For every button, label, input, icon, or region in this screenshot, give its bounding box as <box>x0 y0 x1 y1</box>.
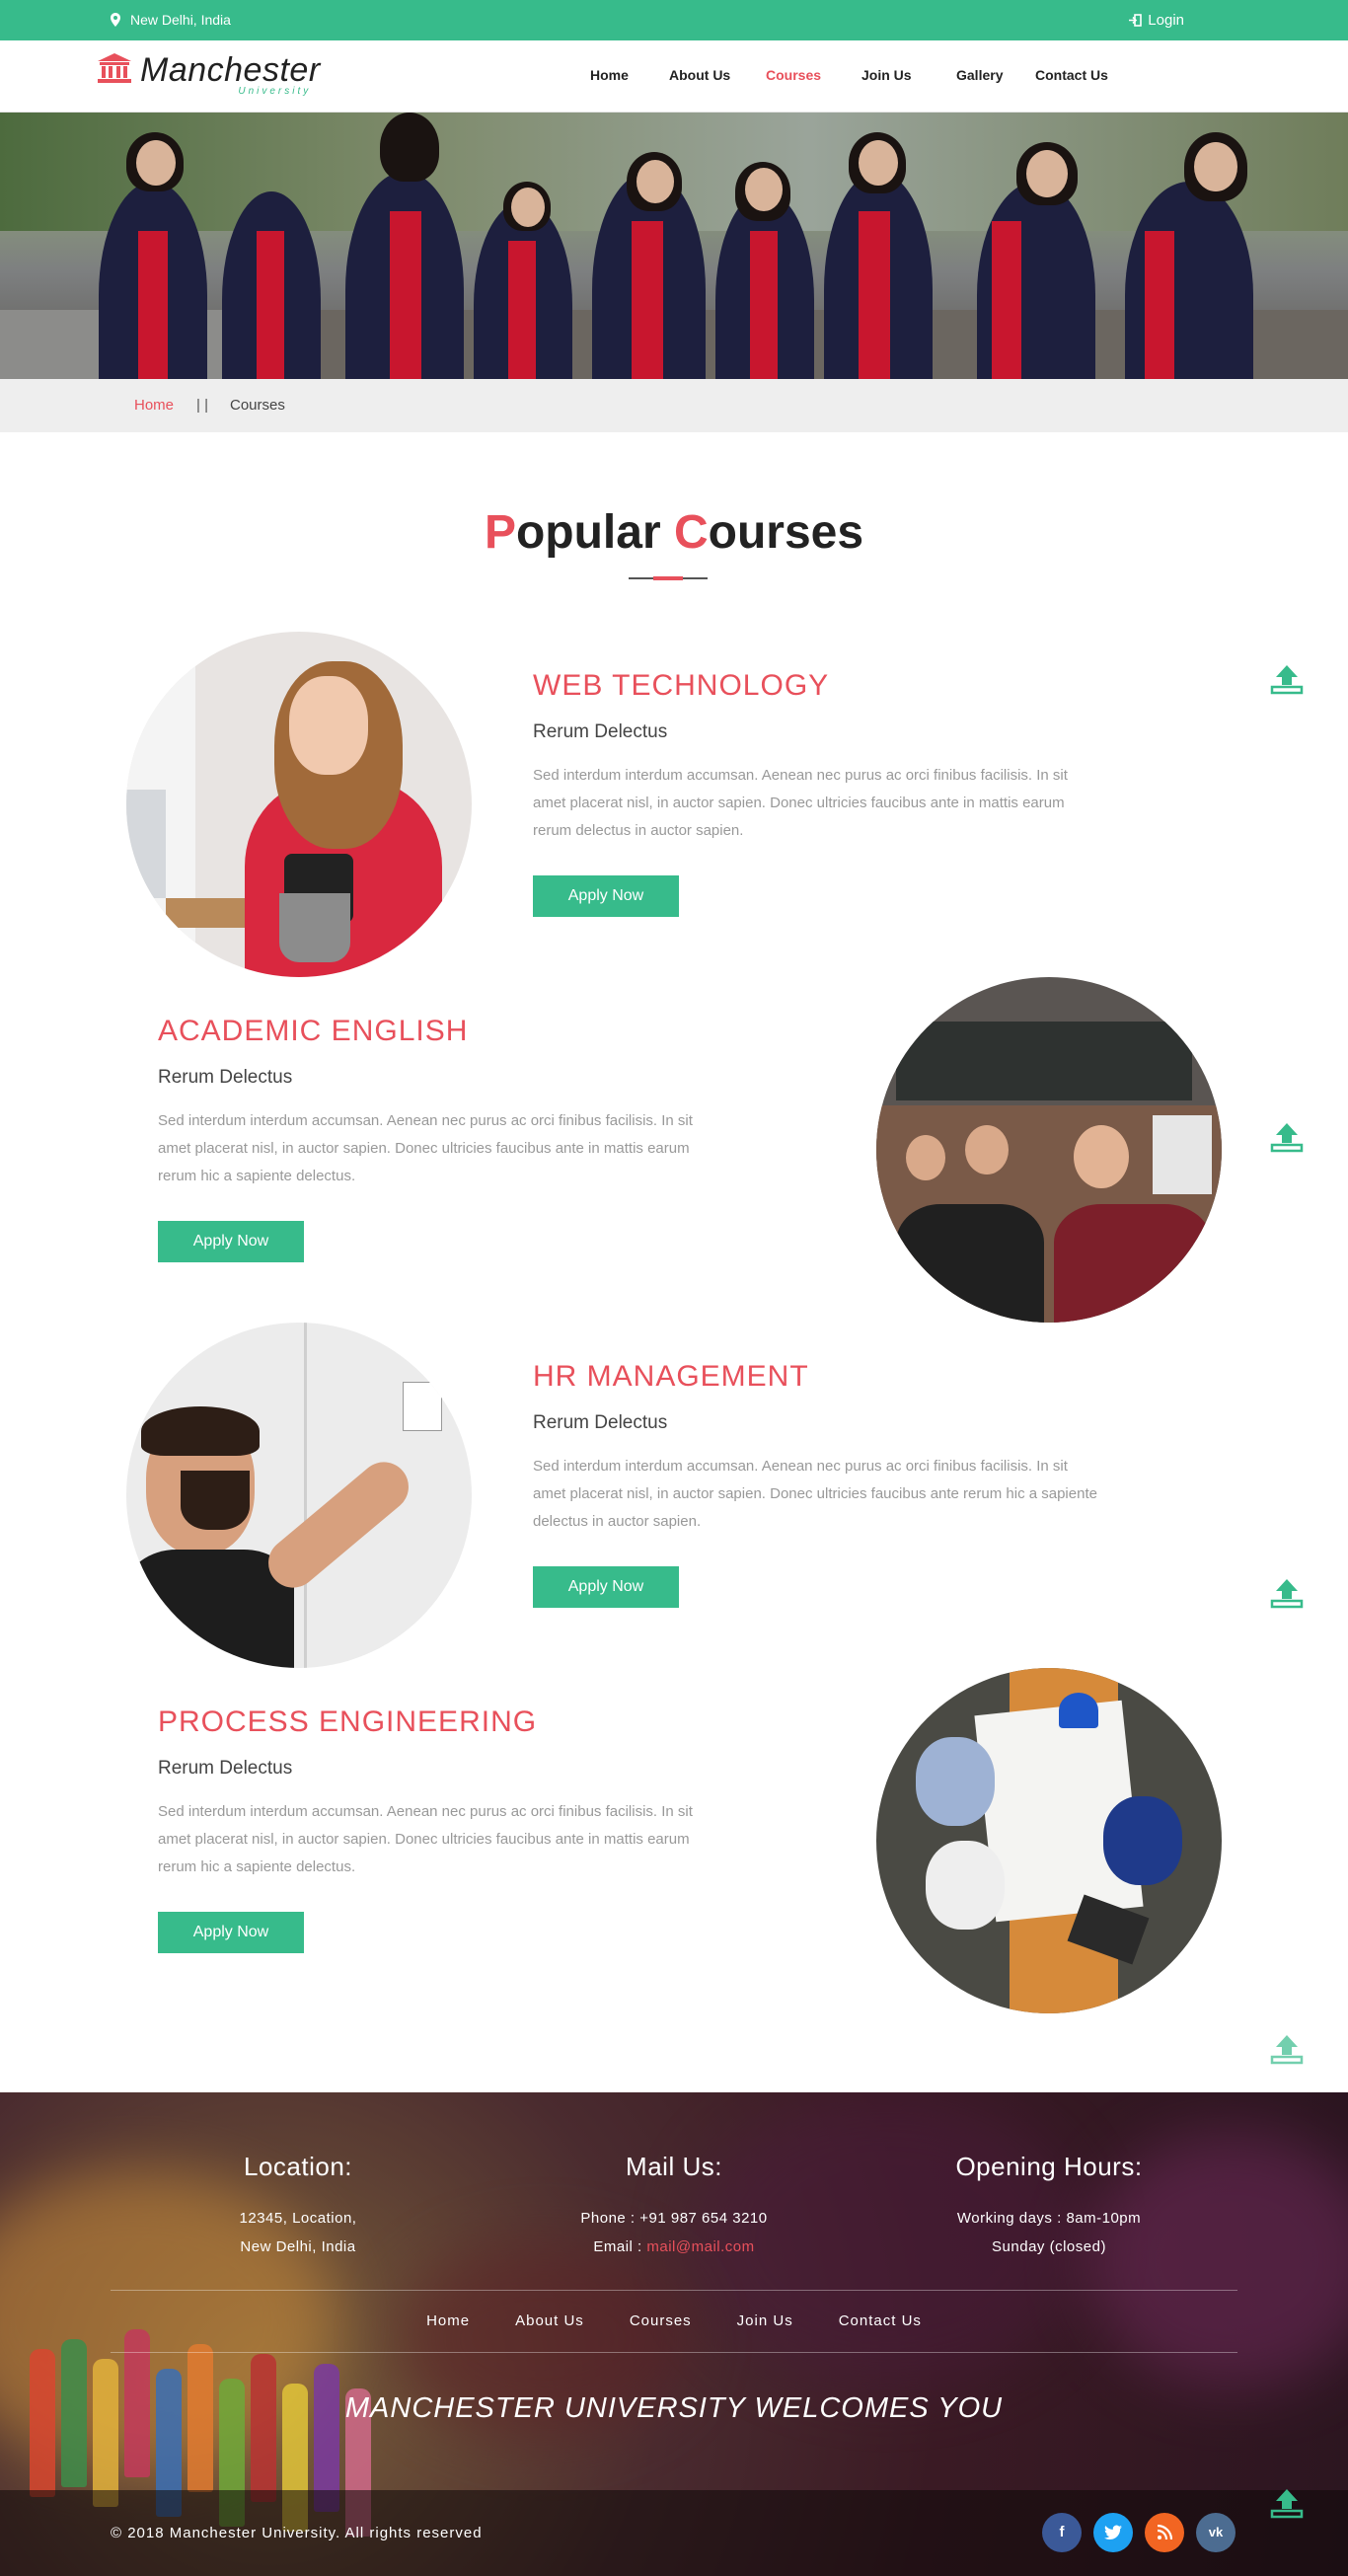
breadcrumb-current: Courses <box>230 397 285 414</box>
course-title: ACADEMIC ENGLISH <box>158 1015 469 1047</box>
course-subtitle: Rerum Delectus <box>533 1412 668 1433</box>
course-subtitle: Rerum Delectus <box>158 1758 293 1779</box>
title-letter-p: P <box>484 506 516 559</box>
login-link[interactable]: Login <box>1128 12 1184 29</box>
footer-location-line1: 12345, Location, <box>239 2210 357 2227</box>
rss-icon[interactable] <box>1145 2513 1184 2552</box>
footer-divider <box>111 2290 1237 2291</box>
course-image-process-engineering <box>876 1668 1222 2013</box>
footer-location: Location: 12345, Location, New Delhi, In… <box>120 2152 476 2261</box>
apply-now-button[interactable]: Apply Now <box>533 1566 679 1608</box>
footer-nav-contact-us[interactable]: Contact Us <box>839 2312 922 2329</box>
main-nav: Home About Us Courses Join Us Gallery Co… <box>572 67 1134 83</box>
course-description: Sed interdum interdum accumsan. Aenean n… <box>158 1112 693 1184</box>
footer-hours: Opening Hours: Working days : 8am-10pm S… <box>871 2152 1227 2261</box>
nav-contact-us[interactable]: Contact Us <box>1035 67 1134 83</box>
course-subtitle: Rerum Delectus <box>533 721 668 742</box>
footer-nav-about-us[interactable]: About Us <box>515 2312 584 2329</box>
nav-join-us[interactable]: Join Us <box>861 67 956 83</box>
title-part-2: ourses <box>708 506 864 559</box>
upload-icon[interactable] <box>1270 2033 1304 2065</box>
footer-email-line: Email : mail@mail.com <box>496 2233 852 2261</box>
course-title: PROCESS ENGINEERING <box>158 1705 538 1738</box>
login-label: Login <box>1148 12 1184 29</box>
course-description: Sed interdum interdum accumsan. Aenean n… <box>533 767 1068 839</box>
upload-icon[interactable] <box>1270 1121 1304 1153</box>
footer-location-heading: Location: <box>243 2152 353 2181</box>
nav-about-us[interactable]: About Us <box>669 67 766 83</box>
course-image-web-technology <box>126 632 472 977</box>
footer-hours-heading: Opening Hours: <box>955 2152 1143 2181</box>
footer-nav-join-us[interactable]: Join Us <box>737 2312 793 2329</box>
nav-courses[interactable]: Courses <box>766 67 861 83</box>
footer-hours-line2: Sunday (closed) <box>992 2238 1106 2255</box>
hero-banner-image <box>0 113 1348 379</box>
top-bar: New Delhi, India Login <box>0 0 1348 40</box>
course-description: Sed interdum interdum accumsan. Aenean n… <box>158 1803 693 1875</box>
course-title: HR MANAGEMENT <box>533 1360 809 1393</box>
course-subtitle: Rerum Delectus <box>158 1067 293 1088</box>
footer-welcome-text: MANCHESTER UNIVERSITY WELCOMES YOU <box>344 2392 1004 2424</box>
breadcrumb-separator: | | <box>196 397 208 414</box>
footer-nav-home[interactable]: Home <box>426 2312 470 2329</box>
footer-mail: Mail Us: Phone : +91 987 654 3210 Email … <box>496 2152 852 2261</box>
title-part-1: opular <box>515 506 674 559</box>
map-marker-icon <box>111 13 120 27</box>
footer-nav: Home About Us Courses Join Us Contact Us <box>0 2312 1348 2329</box>
sign-in-icon <box>1129 14 1143 27</box>
apply-now-button[interactable]: Apply Now <box>158 1912 304 1953</box>
footer-email-label: Email : <box>593 2238 647 2255</box>
upload-icon[interactable] <box>1270 663 1304 695</box>
twitter-icon[interactable] <box>1093 2513 1133 2552</box>
footer-phone: Phone : +91 987 654 3210 <box>580 2210 768 2227</box>
site-logo[interactable]: Manchester University <box>97 52 321 97</box>
institution-icon <box>98 53 131 83</box>
nav-home[interactable]: Home <box>590 67 669 83</box>
footer-mail-heading: Mail Us: <box>626 2152 722 2181</box>
breadcrumb: Home | | Courses <box>0 379 1348 432</box>
location-info: New Delhi, India <box>111 12 231 28</box>
section-title: Popular Courses <box>0 505 1348 560</box>
vk-icon[interactable]: vk <box>1196 2513 1236 2552</box>
course-image-hr-management <box>126 1323 472 1668</box>
upload-icon[interactable] <box>1270 1577 1304 1609</box>
nav-gallery[interactable]: Gallery <box>956 67 1035 83</box>
course-description: Sed interdum interdum accumsan. Aenean n… <box>533 1458 1097 1530</box>
footer-divider <box>111 2352 1237 2353</box>
course-image-academic-english <box>876 977 1222 1323</box>
footer-hours-line1: Working days : 8am-10pm <box>956 2210 1142 2227</box>
apply-now-button[interactable]: Apply Now <box>533 875 679 917</box>
copyright-text: © 2018 Manchester University. All rights… <box>111 2525 483 2541</box>
logo-title: Manchester <box>140 51 321 89</box>
footer-location-line2: New Delhi, India <box>240 2238 356 2255</box>
location-text: New Delhi, India <box>130 12 231 28</box>
footer-email-link[interactable]: mail@mail.com <box>646 2238 754 2255</box>
footer-nav-courses[interactable]: Courses <box>630 2312 692 2329</box>
breadcrumb-home-link[interactable]: Home <box>134 397 174 414</box>
site-header: Manchester University Home About Us Cour… <box>0 40 1348 113</box>
facebook-icon[interactable]: f <box>1042 2513 1082 2552</box>
course-title: WEB TECHNOLOGY <box>533 669 830 702</box>
upload-icon[interactable] <box>1270 2487 1304 2519</box>
title-letter-c: C <box>673 506 709 559</box>
title-divider <box>629 576 708 580</box>
apply-now-button[interactable]: Apply Now <box>158 1221 304 1262</box>
